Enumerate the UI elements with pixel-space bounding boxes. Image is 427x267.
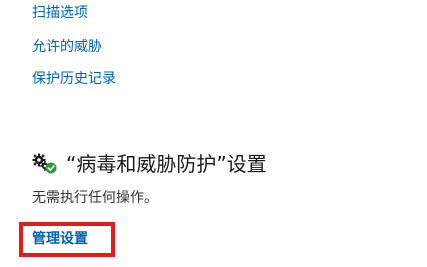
- allowed-threats-link[interactable]: 允许的威胁: [32, 38, 102, 56]
- protection-history-link[interactable]: 保护历史记录: [32, 70, 116, 88]
- settings-gear-check-icon: [32, 153, 58, 175]
- virus-threat-protection-page: 扫描选项 允许的威胁 保护历史记录 “病毒和威胁防护”设置 无需执行任何操作。 …: [0, 0, 427, 267]
- status-text: 无需执行任何操作。: [32, 190, 158, 206]
- scan-options-link[interactable]: 扫描选项: [32, 4, 88, 22]
- section-title: “病毒和威胁防护”设置: [66, 152, 267, 176]
- manage-settings-link[interactable]: 管理设置: [32, 230, 88, 248]
- settings-section-header: “病毒和威胁防护”设置: [32, 150, 267, 178]
